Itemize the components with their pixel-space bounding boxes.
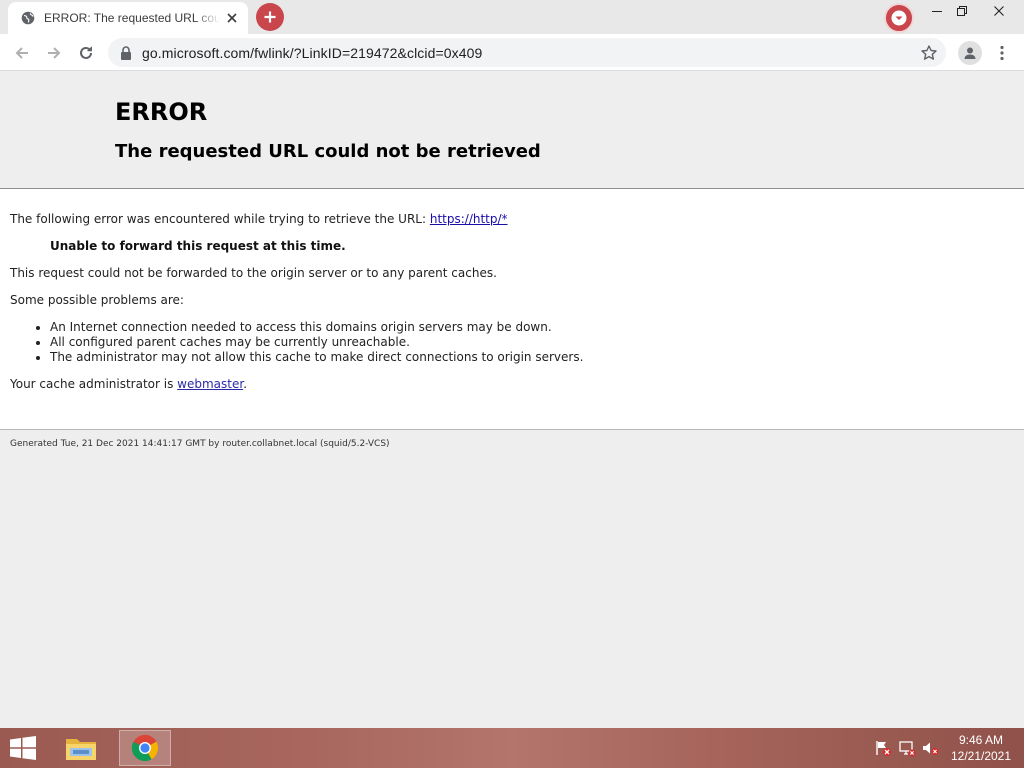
close-tab-icon[interactable] bbox=[224, 10, 240, 26]
new-tab-button[interactable] bbox=[256, 3, 284, 31]
bookmark-star-icon[interactable] bbox=[920, 44, 938, 62]
taskbar-file-explorer[interactable] bbox=[58, 730, 104, 766]
requested-url-link[interactable]: https://http/* bbox=[430, 212, 508, 226]
address-bar[interactable]: go.microsoft.com/fwlink/?LinkID=219472&c… bbox=[108, 38, 946, 67]
plus-icon bbox=[263, 10, 277, 24]
admin-suffix: . bbox=[243, 377, 248, 391]
arrow-right-icon bbox=[46, 45, 62, 61]
tab-title: ERROR: The requested URL could not be re… bbox=[44, 11, 220, 25]
account-button[interactable] bbox=[958, 41, 982, 65]
close-icon bbox=[994, 6, 1004, 16]
reload-button[interactable] bbox=[73, 40, 99, 66]
clock-time: 9:46 AM bbox=[958, 733, 1004, 747]
admin-paragraph: Your cache administrator is webmaster. bbox=[10, 377, 1014, 392]
network-icon[interactable] bbox=[898, 739, 916, 757]
forward-button[interactable] bbox=[41, 40, 67, 66]
restore-icon bbox=[957, 6, 967, 16]
list-item: All configured parent caches may be curr… bbox=[50, 335, 1014, 350]
error-header: ERROR The requested URL could not be ret… bbox=[0, 71, 1024, 189]
system-clock[interactable]: 9:46 AM 12/21/2021 bbox=[946, 732, 1016, 764]
start-button[interactable] bbox=[8, 734, 38, 762]
tab-search-button[interactable] bbox=[884, 3, 914, 33]
lock-icon[interactable] bbox=[120, 45, 132, 60]
action-center-flag-icon[interactable] bbox=[874, 739, 892, 757]
error-content: The following error was encountered whil… bbox=[0, 189, 1024, 430]
restore-button[interactable] bbox=[947, 0, 977, 22]
list-item: The administrator may not allow this cac… bbox=[50, 350, 1014, 365]
list-item: An Internet connection needed to access … bbox=[50, 320, 1014, 335]
browser-toolbar: go.microsoft.com/fwlink/?LinkID=219472&c… bbox=[0, 34, 1024, 71]
file-explorer-icon bbox=[64, 733, 98, 763]
forward-paragraph: This request could not be forwarded to t… bbox=[10, 266, 497, 280]
reload-icon bbox=[78, 45, 94, 61]
volume-muted-icon[interactable] bbox=[921, 739, 939, 757]
more-vertical-icon bbox=[1000, 45, 1004, 61]
close-window-button[interactable] bbox=[984, 0, 1014, 22]
chevron-down-icon bbox=[891, 10, 907, 26]
minimize-icon bbox=[932, 6, 942, 16]
arrow-left-icon bbox=[14, 45, 30, 61]
problems-list: An Internet connection needed to access … bbox=[50, 320, 1014, 365]
windows-logo-icon bbox=[8, 734, 38, 762]
globe-icon bbox=[21, 11, 35, 25]
generated-footer: Generated Tue, 21 Dec 2021 14:41:17 GMT … bbox=[10, 439, 390, 449]
error-subheading: The requested URL could not be retrieved bbox=[115, 141, 541, 162]
tab-strip: ERROR: The requested URL could not be re… bbox=[0, 0, 1024, 34]
chrome-icon bbox=[131, 734, 159, 762]
intro-text: The following error was encountered whil… bbox=[10, 212, 430, 226]
webmaster-link[interactable]: webmaster bbox=[177, 377, 243, 391]
admin-text: Your cache administrator is bbox=[10, 377, 178, 391]
browser-tab[interactable]: ERROR: The requested URL could not be re… bbox=[8, 2, 248, 34]
clock-date: 12/21/2021 bbox=[950, 749, 1012, 763]
taskbar: 9:46 AM 12/21/2021 bbox=[0, 728, 1024, 768]
browser-menu-button[interactable] bbox=[994, 42, 1010, 64]
error-heading: ERROR bbox=[115, 98, 208, 126]
problems-intro: Some possible problems are: bbox=[10, 293, 184, 307]
url-text: go.microsoft.com/fwlink/?LinkID=219472&c… bbox=[142, 44, 483, 61]
back-button[interactable] bbox=[9, 40, 35, 66]
error-detail: Unable to forward this request at this t… bbox=[50, 239, 346, 253]
intro-paragraph: The following error was encountered whil… bbox=[10, 189, 1014, 227]
person-icon bbox=[962, 45, 978, 61]
taskbar-chrome[interactable] bbox=[119, 730, 171, 766]
web-page: ERROR The requested URL could not be ret… bbox=[0, 71, 1024, 728]
